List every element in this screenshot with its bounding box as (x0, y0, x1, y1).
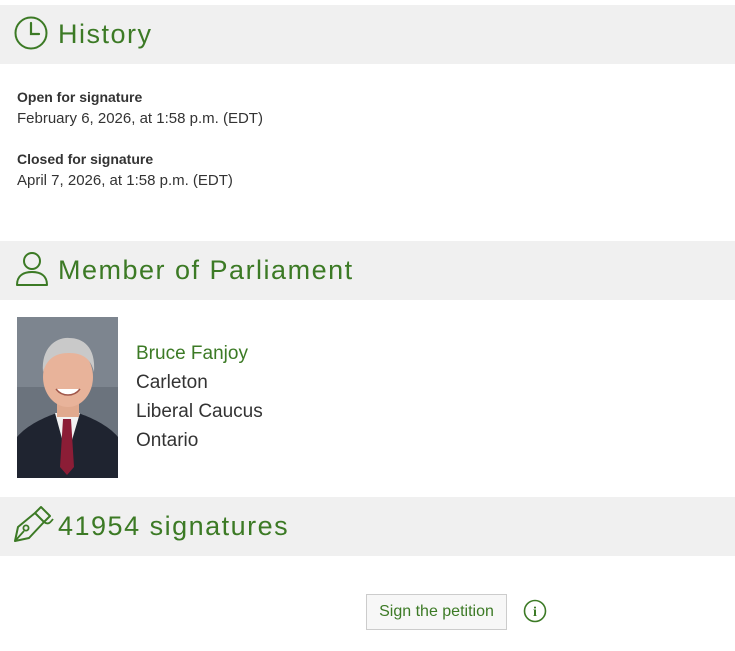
closed-for-signature-label: Closed for signature (17, 151, 154, 167)
clock-icon (14, 16, 48, 50)
svg-text:i: i (533, 605, 537, 620)
member-header: Member of Parliament (0, 241, 735, 300)
mp-name-link[interactable]: Bruce Fanjoy (136, 343, 248, 365)
open-for-signature-date: February 6, 2026, at 1:58 p.m. (EDT) (17, 110, 263, 127)
mp-photo (17, 317, 118, 478)
closed-for-signature-date: April 7, 2026, at 1:58 p.m. (EDT) (17, 172, 233, 189)
sign-petition-button[interactable]: Sign the petition (366, 594, 507, 630)
open-for-signature-label: Open for signature (17, 89, 143, 105)
member-title: Member of Parliament (58, 255, 354, 285)
mp-caucus: Liberal Caucus (136, 401, 263, 422)
pen-icon (14, 506, 54, 542)
signatures-header: 41954 signatures (0, 497, 735, 556)
info-icon[interactable]: i (523, 599, 547, 623)
history-title: History (58, 19, 153, 49)
history-header: History (0, 5, 735, 64)
person-icon (16, 252, 48, 286)
mp-province: Ontario (136, 430, 199, 451)
mp-riding: Carleton (136, 372, 208, 393)
signatures-count-title: 41954 signatures (58, 511, 290, 541)
